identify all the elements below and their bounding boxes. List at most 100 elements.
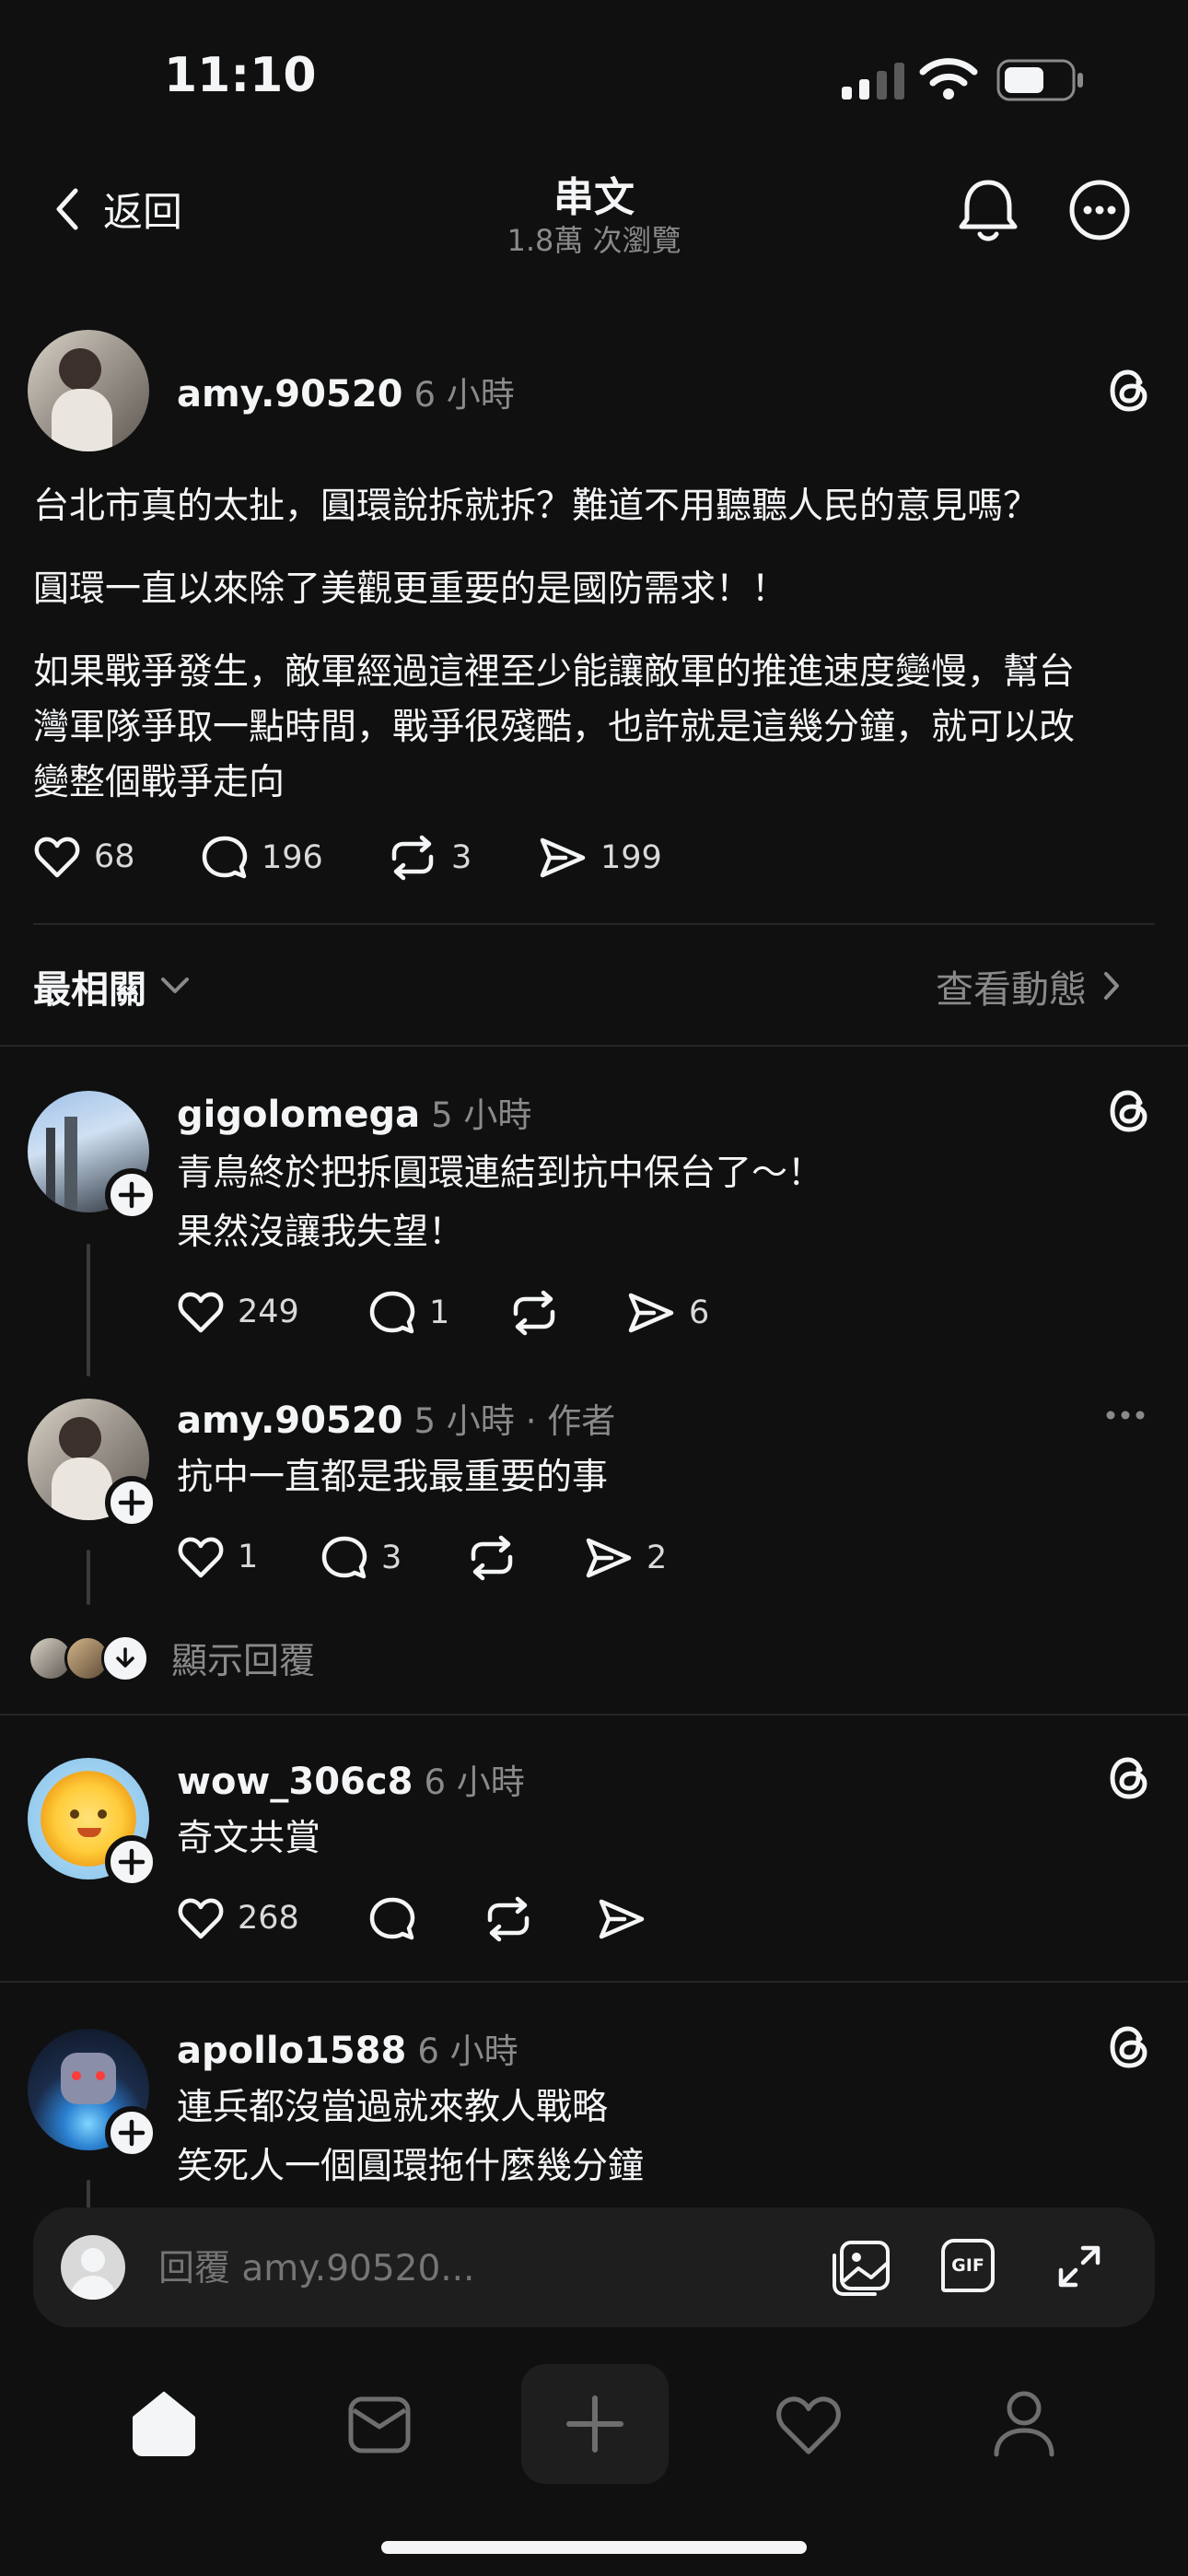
divider — [0, 1714, 1188, 1715]
threads-logo-icon[interactable] — [1105, 367, 1153, 415]
divider — [33, 923, 1155, 925]
avatar[interactable] — [28, 330, 149, 451]
expand-icon[interactable] — [1055, 2242, 1103, 2290]
cellular-signal-icon — [840, 61, 906, 100]
comment-button[interactable] — [368, 1896, 416, 1942]
follow-button[interactable] — [105, 1835, 158, 1889]
plus-icon — [118, 2119, 146, 2147]
comment-count: 1 — [429, 1294, 450, 1331]
reply-text: 連兵都沒當過就來教人戰略 — [177, 2087, 609, 2128]
reply-time: 5 小時 — [431, 1095, 532, 1135]
wifi-icon — [919, 57, 978, 101]
comment-button[interactable]: 3 — [320, 1535, 402, 1581]
tab-activity[interactable] — [774, 2392, 844, 2458]
tab-messages[interactable] — [346, 2394, 413, 2456]
send-icon — [597, 1896, 646, 1942]
reply-time: 6 小時 — [424, 1762, 525, 1802]
send-icon — [584, 1535, 634, 1581]
user-avatar-placeholder — [61, 2235, 125, 2300]
post-paragraph: 圓環一直以來除了美觀更重要的是國防需求！！ — [33, 568, 788, 610]
share-button[interactable]: 6 — [626, 1290, 709, 1336]
send-icon — [626, 1290, 676, 1336]
gif-icon: GIF — [941, 2239, 995, 2292]
divider — [0, 1045, 1188, 1047]
comment-button[interactable]: 196 — [201, 835, 323, 881]
repost-button[interactable] — [483, 1896, 534, 1942]
repost-icon — [466, 1535, 518, 1581]
post-paragraph: 變整個戰爭走向 — [33, 762, 285, 803]
reply-username[interactable]: wow_306c8 — [177, 1761, 413, 1803]
like-button[interactable]: 1 — [177, 1535, 258, 1579]
share-count: 6 — [689, 1294, 710, 1331]
reply-input[interactable] — [157, 2239, 842, 2298]
mail-icon — [348, 2396, 411, 2453]
comment-button[interactable]: 1 — [368, 1290, 449, 1336]
repost-button[interactable]: 3 — [387, 835, 472, 881]
thread-line — [87, 1550, 90, 1605]
repost-icon — [387, 835, 438, 881]
gif-button[interactable]: GIF — [941, 2239, 995, 2292]
repost-button[interactable] — [508, 1290, 560, 1336]
like-count: 249 — [238, 1294, 299, 1330]
repost-icon — [483, 1896, 534, 1942]
reply-username[interactable]: gigolomega — [177, 1094, 420, 1136]
like-count: 268 — [238, 1900, 299, 1937]
threads-logo-icon[interactable] — [1105, 1087, 1153, 1135]
send-icon — [538, 835, 588, 881]
reply-text: 奇文共賞 — [177, 1818, 321, 1859]
battery-icon — [996, 59, 1085, 101]
heart-icon — [177, 1290, 225, 1334]
tab-profile[interactable] — [991, 2388, 1057, 2458]
view-activity-link[interactable]: 查看動態 — [936, 958, 1122, 1013]
post-time: 6 小時 — [413, 375, 515, 415]
like-button[interactable]: 268 — [177, 1896, 299, 1940]
show-replies-button[interactable]: 顯示回覆 — [28, 1633, 315, 1684]
reply-time: 5 小時 — [413, 1401, 515, 1441]
repost-button[interactable] — [466, 1535, 518, 1581]
author-tag: · 作者 — [525, 1401, 616, 1441]
show-replies-label: 顯示回覆 — [171, 1641, 316, 1682]
like-count: 1 — [238, 1539, 259, 1575]
post-paragraph: 如果戰爭發生，敵軍經過這裡至少能讓敵軍的推進速度變慢，幫台 — [33, 651, 1076, 693]
follow-button[interactable] — [105, 1168, 158, 1222]
share-button[interactable]: 199 — [538, 835, 662, 881]
repost-icon — [508, 1290, 560, 1336]
follow-button[interactable] — [105, 1476, 158, 1529]
reply-username[interactable]: amy.90520 — [177, 1399, 402, 1442]
threads-logo-icon[interactable] — [1105, 1754, 1153, 1802]
plus-icon — [118, 1489, 146, 1516]
heart-icon — [177, 1535, 225, 1579]
share-button[interactable] — [597, 1896, 646, 1942]
reply-text: 抗中一直都是我最重要的事 — [177, 1457, 609, 1498]
threads-logo-icon[interactable] — [1105, 2023, 1153, 2071]
notification-bell-button[interactable] — [956, 175, 1020, 245]
comment-count: 196 — [262, 839, 323, 876]
post-username[interactable]: amy.90520 — [177, 373, 402, 416]
tab-home[interactable] — [129, 2390, 199, 2456]
sort-label: 最相關 — [33, 967, 146, 1012]
status-time: 11:10 — [164, 48, 317, 103]
heart-icon — [33, 835, 81, 879]
arrow-down-icon — [101, 1634, 149, 1682]
follow-button[interactable] — [105, 2106, 158, 2160]
reply-username[interactable]: apollo1588 — [177, 2030, 406, 2072]
comment-count: 3 — [381, 1540, 402, 1576]
heart-icon — [177, 1896, 225, 1940]
comment-bubble-icon — [368, 1896, 416, 1942]
plus-icon — [118, 1181, 146, 1209]
more-options-button[interactable] — [1068, 179, 1131, 241]
like-button[interactable]: 68 — [33, 835, 135, 879]
share-count: 199 — [600, 839, 662, 876]
reply-text: 青鳥終於把拆圓環連結到抗中保台了～！ — [177, 1153, 824, 1194]
tab-create[interactable] — [521, 2364, 669, 2484]
share-button[interactable]: 2 — [584, 1535, 667, 1581]
home-icon — [133, 2392, 195, 2456]
reply-time: 6 小時 — [417, 2032, 518, 2071]
sort-dropdown[interactable]: 最相關 — [33, 958, 191, 1013]
like-button[interactable]: 249 — [177, 1290, 299, 1334]
reply-composer[interactable]: GIF — [33, 2207, 1155, 2327]
more-options-button[interactable] — [1105, 1408, 1146, 1423]
like-count: 68 — [94, 838, 135, 875]
image-picker-button[interactable] — [831, 2239, 891, 2298]
chevron-down-icon — [159, 975, 191, 997]
